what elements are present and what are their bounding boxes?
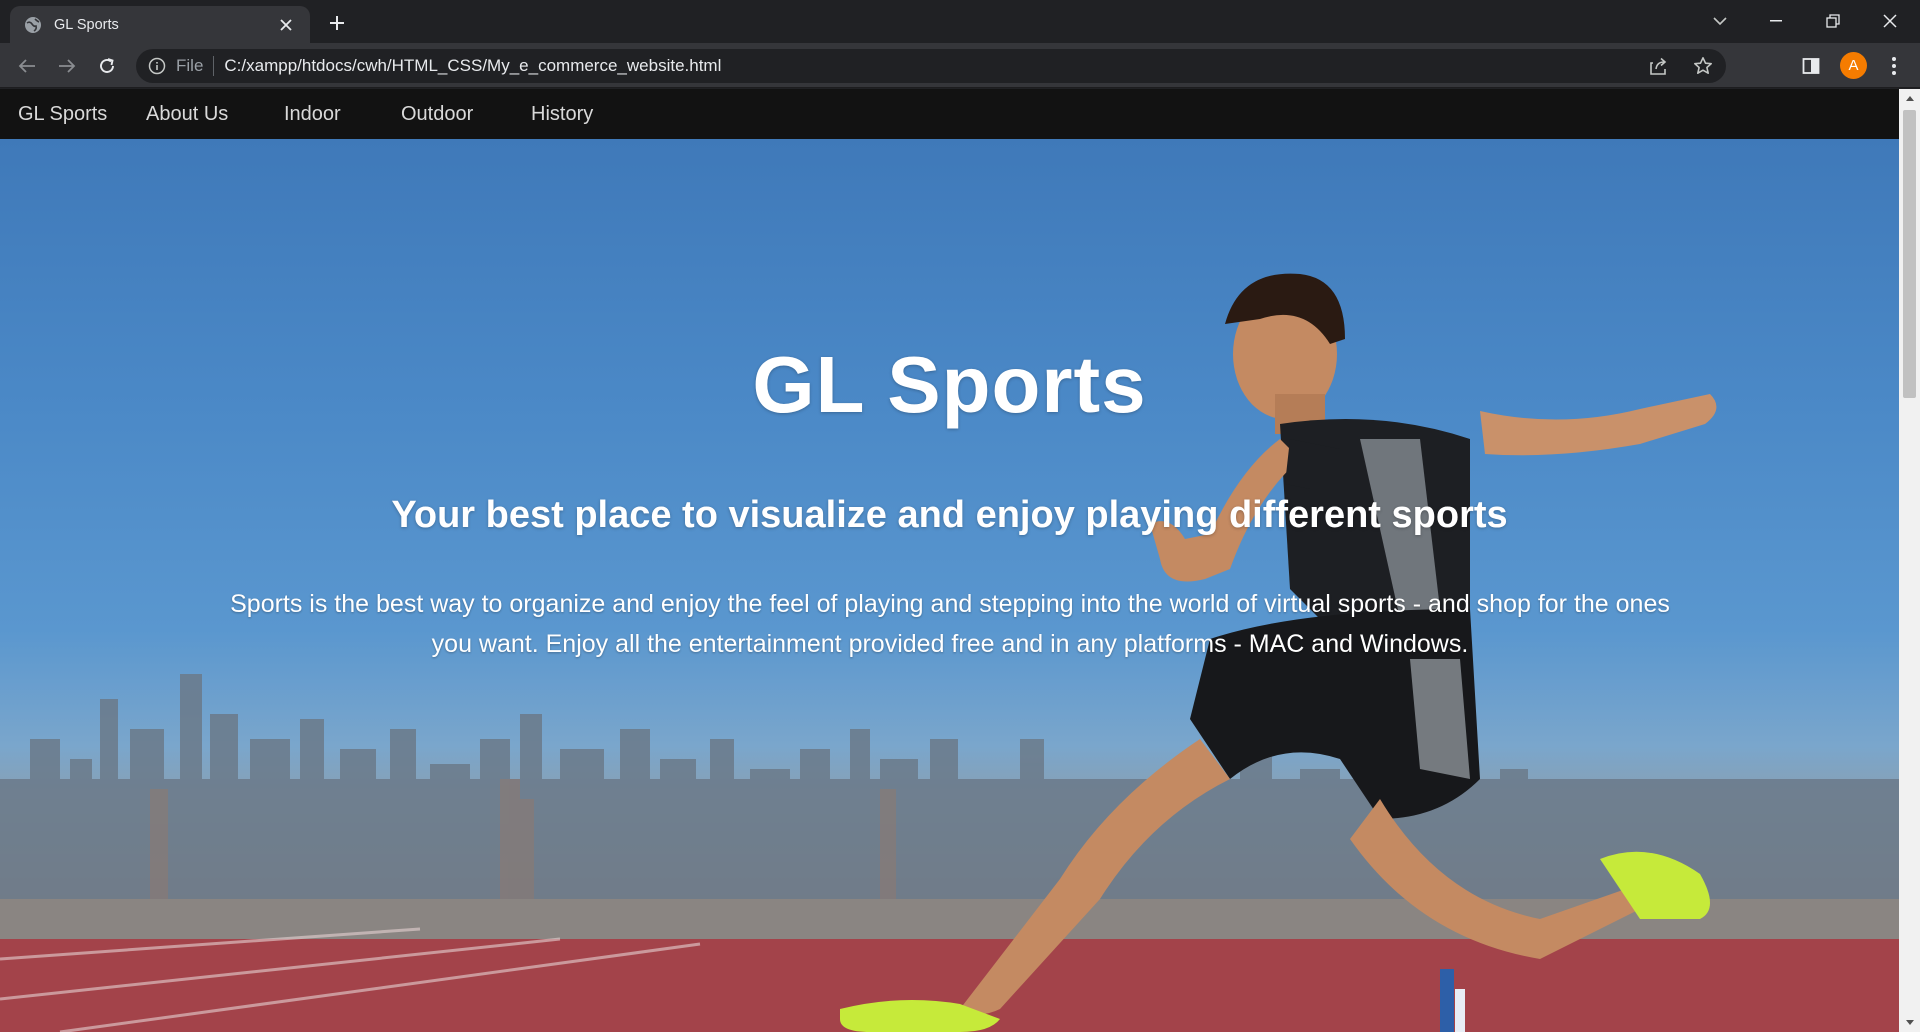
scrollbar-thumb[interactable] [1903,110,1916,398]
nav-link-indoor[interactable]: Indoor [284,103,341,126]
close-tab-icon[interactable] [276,15,296,35]
info-icon[interactable] [148,57,166,75]
hero-section: GL Sports Your best place to visualize a… [0,139,1899,1032]
close-window-button[interactable] [1870,6,1910,36]
site-navbar: GL Sports About Us Indoor Outdoor Histor… [0,89,1899,139]
back-button[interactable] [12,51,42,81]
reload-button[interactable] [92,51,122,81]
browser-menu-button[interactable] [1880,52,1908,80]
side-panel-button[interactable] [1797,52,1825,80]
nav-link-about-us[interactable]: About Us [146,103,228,126]
url-scheme-label: File [176,56,215,76]
back-arrow-icon [18,59,35,73]
star-icon[interactable] [1690,53,1716,79]
globe-icon [25,16,41,33]
address-bar[interactable]: File C:/xampp/htdocs/cwh/HTML_CSS/My_e_c… [136,49,1726,83]
plus-icon [330,16,344,30]
nav-link-outdoor[interactable]: Outdoor [401,103,473,126]
forward-button[interactable] [52,51,82,81]
kebab-menu-icon [1892,57,1896,75]
new-tab-button[interactable] [324,10,350,36]
close-icon [1883,14,1897,28]
minimize-icon [1770,20,1782,22]
side-panel-icon [1802,58,1820,74]
tab-strip: GL Sports [0,0,1920,43]
scroll-down-icon[interactable] [1899,1014,1920,1032]
reload-icon [100,58,114,73]
browser-tab[interactable]: GL Sports [10,6,310,43]
tab-title: GL Sports [54,16,119,33]
restore-icon [1826,14,1840,28]
profile-avatar[interactable]: A [1840,52,1867,79]
hero-title: GL Sports [752,340,1147,429]
hero-description: Sports is the best way to organize and e… [230,590,1670,658]
minimize-button[interactable] [1756,6,1796,36]
scroll-up-icon[interactable] [1899,89,1920,107]
page-viewport: GL Sports About Us Indoor Outdoor Histor… [0,89,1899,1032]
nav-link-history[interactable]: History [531,103,593,126]
chevron-down-icon [1713,17,1727,26]
nav-brand-link[interactable]: GL Sports [18,103,107,126]
tab-search-button[interactable] [1700,6,1740,36]
share-icon[interactable] [1646,53,1672,79]
url-text[interactable]: C:/xampp/htdocs/cwh/HTML_CSS/My_e_commer… [224,56,721,76]
browser-toolbar: File C:/xampp/htdocs/cwh/HTML_CSS/My_e_c… [0,43,1920,88]
hero-subtitle: Your best place to visualize and enjoy p… [391,494,1508,536]
restore-button[interactable] [1813,6,1853,36]
forward-arrow-icon [59,59,76,73]
vertical-scrollbar[interactable] [1899,89,1920,1032]
